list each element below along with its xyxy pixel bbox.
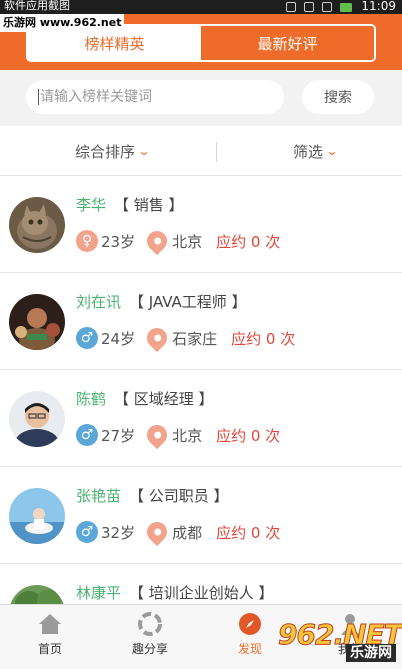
nav-share-label: 趣分享 (131, 642, 168, 656)
age: 24岁 (101, 329, 136, 348)
name-row: 李华 【 销售 】 (76, 193, 184, 215)
appointment-count: 应约 0 次 (216, 523, 281, 542)
search-placeholder: 请输入榜样关键词 (40, 89, 152, 105)
location-pin-icon (142, 420, 172, 450)
list-item[interactable]: 刘在讯 【 JAVA工程师 】 ♂ 24岁 石家庄 应约 0 次 (0, 274, 402, 370)
divider (0, 563, 402, 564)
appointment-count: 应约 0 次 (231, 329, 296, 348)
notification-icon (286, 2, 296, 12)
watermark-sub: 乐游网 (346, 644, 396, 662)
signal-icon (322, 2, 332, 12)
nav-discover-label: 发现 (237, 642, 262, 656)
location-pin-icon (142, 517, 172, 547)
status-bar: 软件应用截图 11:09 (0, 0, 402, 14)
name-row: 刘在讯 【 JAVA工程师 】 (76, 290, 247, 312)
meta-row: ♀ 23岁 北京 应约 0 次 (76, 226, 281, 256)
status-time: 11:09 (361, 0, 396, 13)
filter-bar: 综合排序 ⌄ 筛选 ⌄ (0, 126, 402, 176)
filter-dropdown[interactable]: 筛选 ⌄ (293, 126, 339, 176)
person-role: 【 培训企业创始人 】 (129, 583, 274, 602)
city: 北京 (172, 426, 203, 445)
watermark-top: 乐游网 www.962.net (0, 14, 125, 32)
divider (0, 272, 402, 273)
wifi-icon (304, 2, 314, 12)
city: 北京 (172, 232, 203, 251)
status-icons (286, 1, 352, 13)
nav-home-label: 首页 (37, 642, 62, 656)
location-pin-icon (142, 323, 172, 353)
divider (0, 369, 402, 370)
share-icon (137, 611, 163, 637)
search-input[interactable]: 请输入榜样关键词 (26, 80, 284, 114)
filter-divider (216, 142, 217, 162)
divider (0, 466, 402, 467)
appointment-count: 应约 0 次 (216, 232, 281, 251)
person-role: 【 区域经理 】 (114, 389, 214, 408)
meta-row: ♂ 32岁 成都 应约 0 次 (76, 517, 281, 547)
female-icon: ♀ (76, 230, 98, 252)
location-pin-icon (142, 226, 172, 256)
list-item[interactable]: 李华 【 销售 】 ♀ 23岁 北京 应约 0 次 (0, 177, 402, 273)
person-role: 【 销售 】 (114, 195, 184, 214)
person-name: 张艳苗 (76, 486, 122, 505)
watermark-bottom: 962.NET 乐游网 (268, 618, 402, 664)
filter-label: 筛选 (293, 142, 324, 161)
person-role: 【 公司职员 】 (129, 486, 229, 505)
name-row: 张艳苗 【 公司职员 】 (76, 484, 229, 506)
sort-dropdown[interactable]: 综合排序 ⌄ (75, 126, 151, 176)
avatar (9, 197, 65, 253)
meta-row: ♂ 27岁 北京 应约 0 次 (76, 420, 281, 450)
age: 32岁 (101, 523, 136, 542)
name-row: 林康平 【 培训企业创始人 】 (76, 581, 274, 603)
text-caret (38, 89, 39, 105)
name-row: 陈鹤 【 区域经理 】 (76, 387, 214, 409)
chevron-down-icon: ⌄ (137, 144, 151, 158)
male-icon: ♂ (76, 424, 98, 446)
list-item[interactable]: 张艳苗 【 公司职员 】 ♂ 32岁 成都 应约 0 次 (0, 468, 402, 564)
male-icon: ♂ (76, 327, 98, 349)
chevron-down-icon: ⌄ (325, 144, 339, 158)
person-name: 李华 (76, 195, 107, 214)
search-button[interactable]: 搜索 (302, 80, 374, 114)
age: 23岁 (101, 232, 136, 251)
nav-home[interactable]: 首页 (0, 605, 100, 669)
person-name: 林康平 (76, 583, 122, 602)
battery-icon (340, 2, 352, 12)
avatar (9, 391, 65, 447)
home-icon (37, 611, 63, 637)
appointment-count: 应约 0 次 (216, 426, 281, 445)
meta-row: ♂ 24岁 石家庄 应约 0 次 (76, 323, 296, 353)
sort-label: 综合排序 (75, 142, 136, 161)
search-area: 请输入榜样关键词 搜索 (0, 70, 402, 126)
status-bar-text: 软件应用截图 (4, 0, 70, 12)
nav-share[interactable]: 趣分享 (100, 605, 200, 669)
avatar (9, 294, 65, 350)
age: 27岁 (101, 426, 136, 445)
person-role: 【 JAVA工程师 】 (129, 292, 247, 311)
city: 成都 (172, 523, 203, 542)
avatar (9, 488, 65, 544)
list-item[interactable]: 陈鹤 【 区域经理 】 ♂ 27岁 北京 应约 0 次 (0, 371, 402, 467)
compass-icon (237, 611, 263, 637)
person-name: 刘在讯 (76, 292, 122, 311)
city: 石家庄 (172, 329, 218, 348)
male-icon: ♂ (76, 521, 98, 543)
tab-latest-reviews[interactable]: 最新好评 (201, 26, 374, 60)
person-name: 陈鹤 (76, 389, 107, 408)
